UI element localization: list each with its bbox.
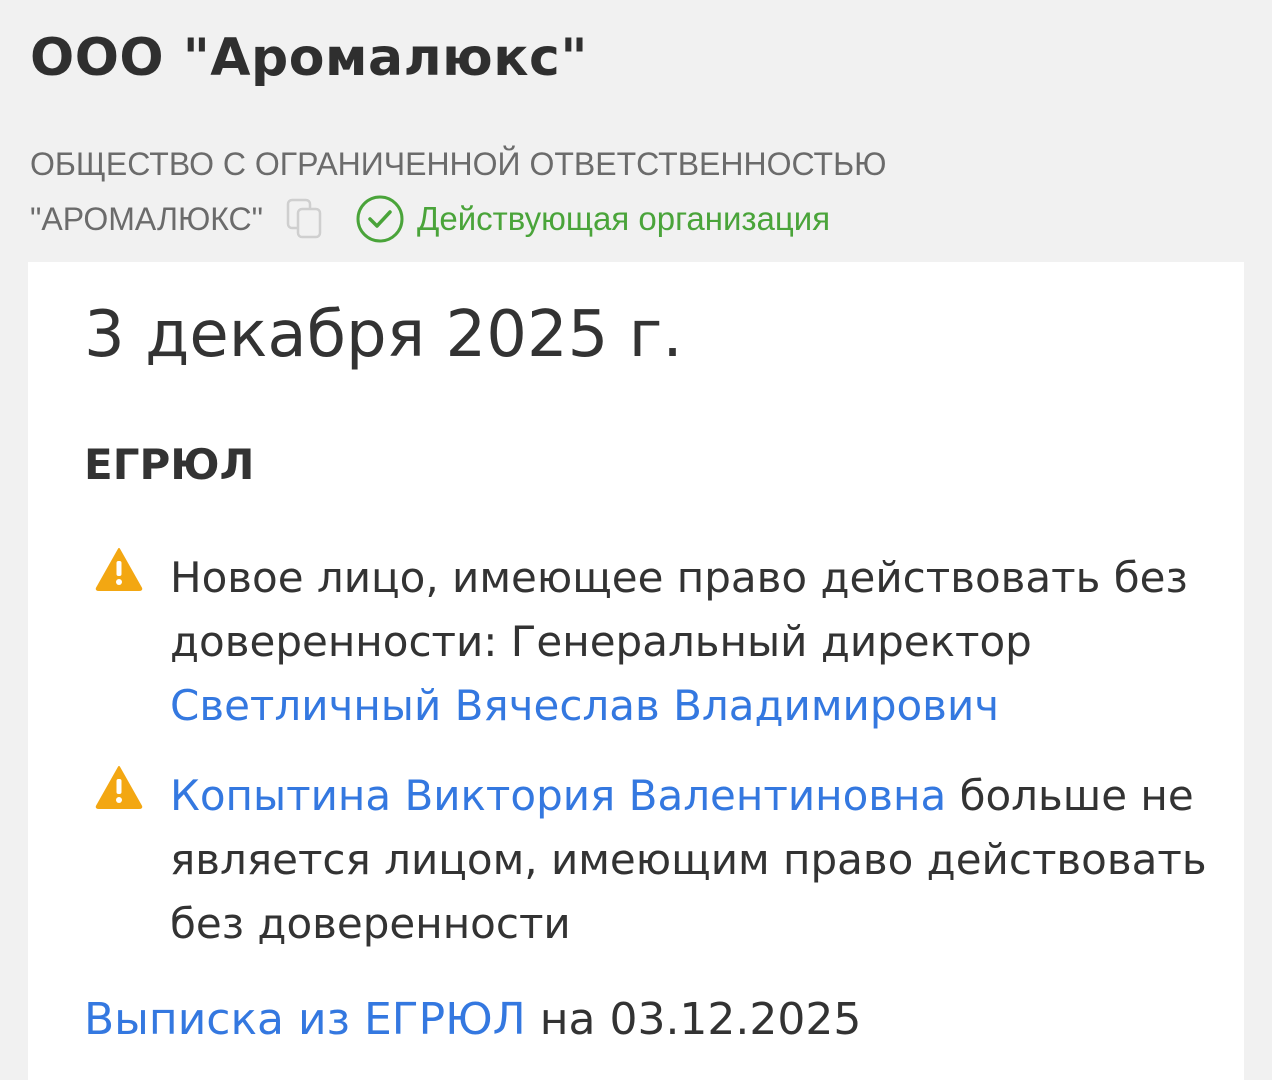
extract-row: Выписка из ЕГРЮЛ на 03.12.2025 [84,994,861,1045]
event-item: Копытина Виктория Валентиновна больше не… [94,764,1210,956]
page: ООО "Аромалюкс" ОБЩЕСТВО С ОГРАНИЧЕННОЙ … [0,0,1272,1080]
extract-date: на 03.12.2025 [525,994,862,1045]
event-text-before: Новое лицо, имеющее право действовать бе… [170,553,1188,666]
person-link[interactable]: Копытина Виктория Валентиновна [170,771,946,820]
status-badge: Действующая организация [417,200,831,237]
full-name-line-2: "АРОМАЛЮКС" [30,200,264,237]
event-text: Копытина Виктория Валентиновна больше не… [170,764,1210,956]
full-name-line-2-row: "АРОМАЛЮКС" Действующая организация [30,194,830,244]
organization-title: ООО "Аромалюкс" [30,28,588,88]
copy-icon[interactable] [285,197,325,241]
person-link[interactable]: Светличный Вячеслав Владимирович [170,681,999,730]
warning-icon [94,764,144,810]
event-card: 3 декабря 2025 г. ЕГРЮЛ Новое лицо, имею… [28,262,1244,1080]
warning-icon [94,546,144,592]
event-item: Новое лицо, имеющее право действовать бе… [94,546,1210,738]
event-text: Новое лицо, имеющее право действовать бе… [170,546,1210,738]
section-title: ЕГРЮЛ [84,440,255,489]
check-circle-icon [355,194,405,244]
event-date: 3 декабря 2025 г. [84,298,683,372]
extract-link[interactable]: Выписка из ЕГРЮЛ [84,994,526,1045]
full-name-line-1: ОБЩЕСТВО С ОГРАНИЧЕННОЙ ОТВЕТСТВЕННОСТЬЮ [30,146,887,182]
